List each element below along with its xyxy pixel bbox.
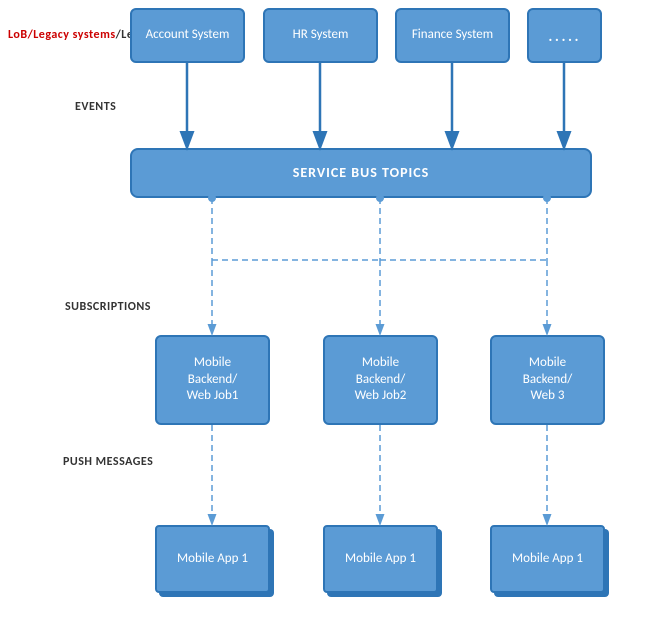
service-bus-box: SERVICE BUS TOPICS: [130, 148, 592, 198]
web-job-3-box: Mobile Backend/ Web 3: [490, 335, 605, 425]
mobile-app-1-box: Mobile App 1: [155, 525, 270, 593]
events-label: EVENTS: [75, 100, 116, 114]
subscriptions-label: SUBSCRIPTIONS: [65, 300, 151, 314]
finance-system-box: Finance System: [395, 8, 510, 63]
account-system-box: Account System: [130, 8, 245, 63]
dots-box: .....: [527, 8, 602, 63]
mobile-app-3-box: Mobile App 1: [490, 525, 605, 593]
web-job-2-box: Mobile Backend/ Web Job2: [323, 335, 438, 425]
mobile-app-2-box: Mobile App 1: [323, 525, 438, 593]
web-job-1-box: Mobile Backend/ Web Job1: [155, 335, 270, 425]
hr-system-box: HR System: [263, 8, 378, 63]
push-messages-label: PUSH MESSAGES: [63, 455, 153, 469]
diagram: LoB/Legacy systems/Legacy systems EVENTS…: [0, 0, 660, 622]
